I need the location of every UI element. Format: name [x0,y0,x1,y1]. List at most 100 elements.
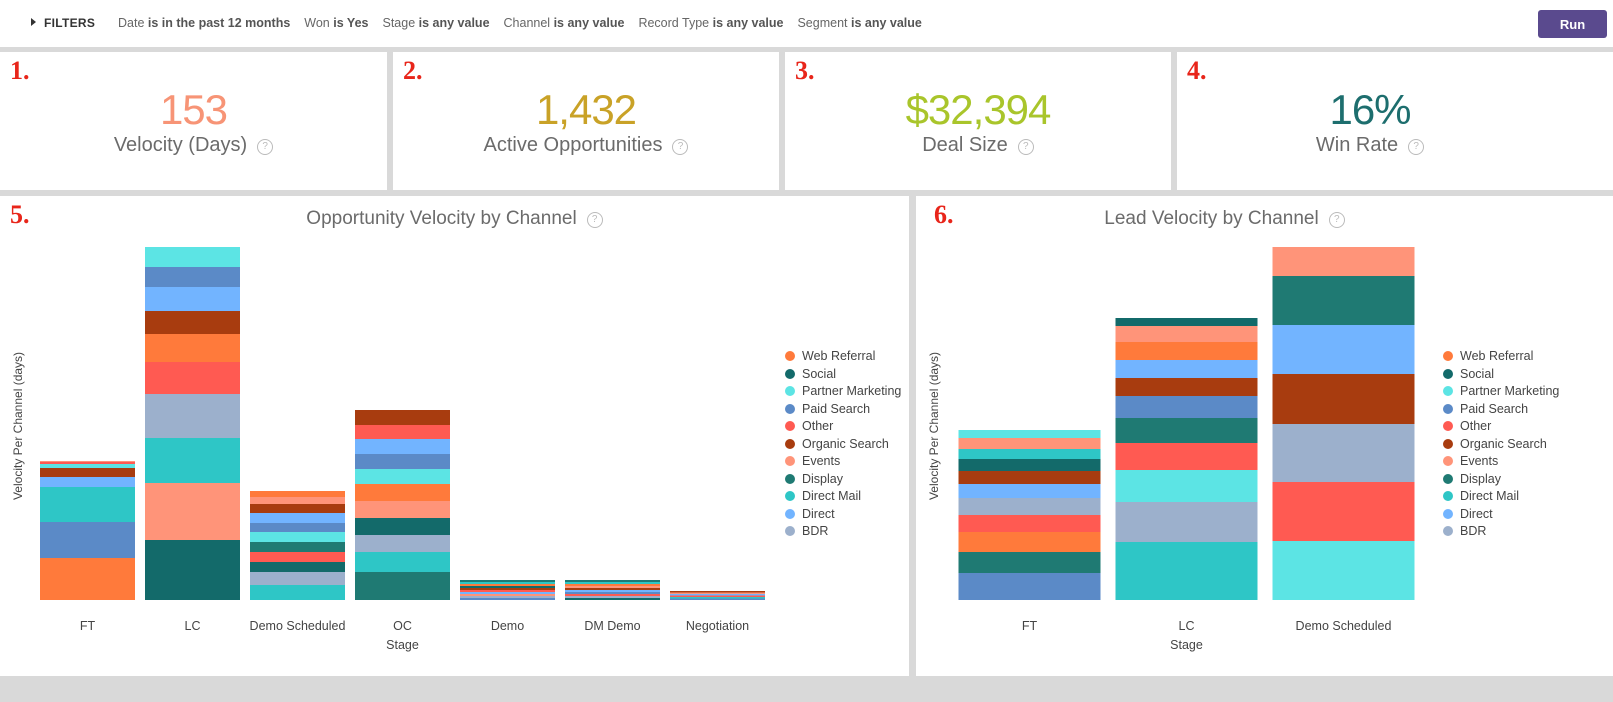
bar-segment-direct[interactable] [40,477,135,487]
bar-segment-events[interactable] [1115,326,1258,342]
bar-segment-direct-mail[interactable] [565,582,660,584]
bar-segment-web-referral[interactable] [355,484,450,501]
bar-segment-events[interactable] [958,438,1101,449]
bar-segment-display[interactable] [1272,276,1415,325]
bar-segment-bdr[interactable] [958,498,1101,515]
bar-segment-paid-search[interactable] [250,523,345,532]
bar-segment-organic-search[interactable] [145,311,240,334]
bar-segment-organic-search[interactable] [1115,378,1258,396]
bar-segment-events[interactable] [355,501,450,518]
bar-segment-bdr[interactable] [1272,424,1415,482]
bar-segment-partner-marketing[interactable] [40,464,135,468]
bar-segment-organic-search[interactable] [1272,374,1415,424]
help-icon[interactable]: ? [257,139,274,155]
bar-segment-paid-search[interactable] [460,598,555,600]
bar-segment-paid-search[interactable] [40,522,135,558]
legend-item[interactable]: Paid Search [785,402,901,420]
bar-segment-display[interactable] [355,572,450,600]
bar-segment-bdr[interactable] [250,572,345,585]
legend-item[interactable]: Other [1443,419,1559,437]
bar-segment-paid-search[interactable] [355,454,450,469]
legend-item[interactable]: Events [1443,454,1559,472]
bar-segment-direct-mail[interactable] [460,582,555,584]
bar-segment-direct-mail[interactable] [145,438,240,483]
bar-segment-events[interactable] [1272,247,1415,276]
bar-segment-events[interactable] [565,586,660,588]
legend-item[interactable]: Direct Mail [785,489,901,507]
bar-segment-events[interactable] [250,497,345,504]
legend-item[interactable]: Partner Marketing [1443,384,1559,402]
bar-segment-partner-marketing[interactable] [355,469,450,484]
legend-item[interactable]: Organic Search [1443,437,1559,455]
bar-segment-organic-search[interactable] [355,410,450,425]
bar-segment-web-referral[interactable] [460,584,555,586]
help-icon[interactable]: ? [1408,139,1425,155]
bar-segment-other[interactable] [565,594,660,596]
filter-stage[interactable]: Stage is any value [382,16,489,30]
bar-segment-social[interactable] [565,598,660,600]
bar-segment-other[interactable] [355,425,450,439]
bar-segment-other[interactable] [1115,443,1258,470]
bar-segment-partner-marketing[interactable] [1115,470,1258,502]
bar-segment-bdr[interactable] [460,596,555,598]
filter-channel[interactable]: Channel is any value [504,16,625,30]
bar-segment-paid-search[interactable] [1115,396,1258,418]
help-icon[interactable]: ? [1017,139,1034,155]
legend-item[interactable]: Display [1443,472,1559,490]
bar-segment-bdr[interactable] [145,394,240,438]
bar-segment-direct[interactable] [670,594,765,596]
legend-item[interactable]: Direct [785,507,901,525]
bar-segment-direct[interactable] [958,484,1101,498]
filter-won[interactable]: Won is Yes [304,16,368,30]
bar-segment-direct[interactable] [1115,360,1258,378]
bar-segment-events[interactable] [670,592,765,595]
bar-segment-partner-marketing[interactable] [1272,541,1415,600]
bar-segment-events[interactable] [145,483,240,540]
bar-segment-paid-search[interactable] [958,573,1101,600]
bar-segment-direct-mail[interactable] [1115,542,1258,600]
filter-record-type[interactable]: Record Type is any value [638,16,783,30]
legend-item[interactable]: Direct [1443,507,1559,525]
bar-segment-other[interactable] [250,552,345,562]
legend-item[interactable]: Web Referral [1443,349,1559,367]
bar-segment-direct[interactable] [1272,325,1415,374]
help-icon[interactable]: ? [672,139,689,155]
bar-segment-display[interactable] [958,552,1101,573]
filter-segment[interactable]: Segment is any value [797,16,921,30]
legend-item[interactable]: Other [785,419,901,437]
bar-segment-direct-mail[interactable] [958,449,1101,459]
bar-segment-paid-search[interactable] [145,267,240,287]
bar-segment-other[interactable] [40,462,135,464]
bar-segment-direct[interactable] [250,513,345,523]
bar-segment-bdr[interactable] [1115,502,1258,542]
legend-item[interactable]: Organic Search [785,437,901,455]
bar-segment-events[interactable] [460,594,555,596]
bar-segment-organic-search[interactable] [565,588,660,590]
bar-segment-other[interactable] [460,590,555,592]
bar-segment-direct-mail[interactable] [670,597,765,599]
bar-segment-web-referral[interactable] [40,558,135,600]
bar-segment-other[interactable] [145,362,240,394]
bar-segment-partner-marketing[interactable] [145,247,240,267]
bar-segment-partner-marketing[interactable] [250,532,345,542]
bar-segment-paid-search[interactable] [670,598,765,601]
bar-segment-direct-mail[interactable] [250,585,345,600]
bar-segment-organic-search[interactable] [40,468,135,477]
bar-segment-partner-marketing[interactable] [958,430,1101,438]
filter-date[interactable]: Date is in the past 12 months [118,16,290,30]
bar-segment-social[interactable] [1115,318,1258,326]
bar-segment-events[interactable] [40,461,135,462]
bar-segment-web-referral[interactable] [958,532,1101,552]
legend-item[interactable]: Partner Marketing [785,384,901,402]
legend-item[interactable]: Display [785,472,901,490]
legend-item[interactable]: Direct Mail [1443,489,1559,507]
bar-segment-display[interactable] [250,542,345,552]
run-button[interactable]: Run [1538,10,1607,38]
bar-segment-organic-search[interactable] [958,471,1101,484]
bar-segment-other[interactable] [670,595,765,598]
bar-segment-organic-search[interactable] [250,504,345,513]
bar-segment-social[interactable] [145,540,240,600]
bar-segment-display[interactable] [565,580,660,582]
bar-segment-social[interactable] [250,562,345,572]
bar-segment-other[interactable] [1272,482,1415,541]
